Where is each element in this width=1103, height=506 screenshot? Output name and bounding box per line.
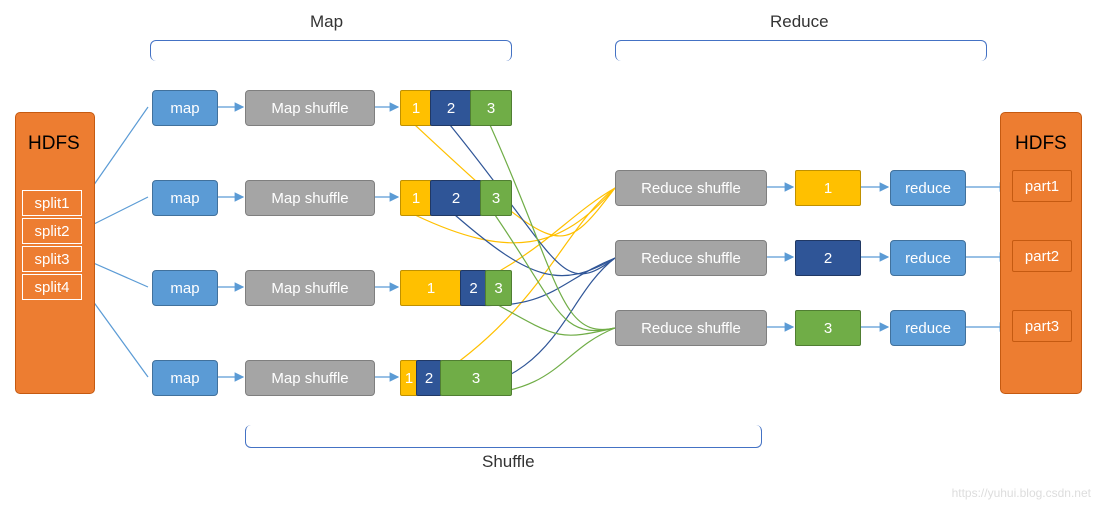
reduce-shuffle-box: Reduce shuffle (615, 310, 767, 346)
reduce-partition: 3 (795, 310, 861, 346)
map-partition: 3 (440, 360, 512, 396)
map-partition: 3 (485, 270, 512, 306)
split-cell: split1 (22, 190, 82, 216)
map-partition: 2 (416, 360, 442, 396)
map-shuffle-box: Map shuffle (245, 90, 375, 126)
map-partition: 2 (430, 180, 482, 216)
split-cell: split3 (22, 246, 82, 272)
reduce-shuffle-box: Reduce shuffle (615, 170, 767, 206)
split-cell: split4 (22, 274, 82, 300)
reduce-partition: 2 (795, 240, 861, 276)
reduce-shuffle-box: Reduce shuffle (615, 240, 767, 276)
map-partition: 2 (460, 270, 487, 306)
reduce-box: reduce (890, 170, 966, 206)
output-part: part1 (1012, 170, 1072, 202)
map-shuffle-box: Map shuffle (245, 360, 375, 396)
reduce-box: reduce (890, 310, 966, 346)
output-part: part2 (1012, 240, 1072, 272)
map-box: map (152, 360, 218, 396)
map-box: map (152, 180, 218, 216)
map-box: map (152, 90, 218, 126)
output-part: part3 (1012, 310, 1072, 342)
map-shuffle-box: Map shuffle (245, 270, 375, 306)
map-partition: 1 (400, 90, 432, 126)
map-partition: 1 (400, 270, 462, 306)
map-partition: 3 (480, 180, 512, 216)
map-partition: 1 (400, 180, 432, 216)
map-shuffle-box: Map shuffle (245, 180, 375, 216)
map-partition: 2 (430, 90, 472, 126)
split-cell: split2 (22, 218, 82, 244)
watermark: https://yuhui.blog.csdn.net (952, 486, 1091, 500)
map-box: map (152, 270, 218, 306)
reduce-box: reduce (890, 240, 966, 276)
reduce-partition: 1 (795, 170, 861, 206)
hdfs-output-title: HDFS (1015, 133, 1067, 155)
map-partition: 3 (470, 90, 512, 126)
hdfs-input-title: HDFS (28, 133, 80, 155)
